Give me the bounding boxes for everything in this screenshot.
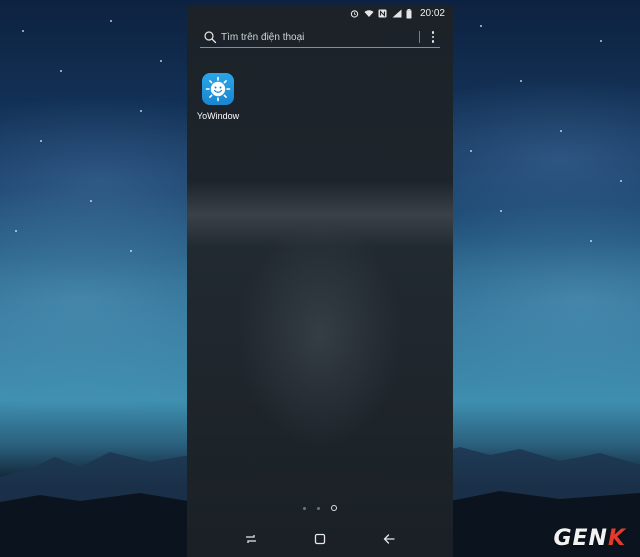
- page-indicator: [187, 505, 453, 511]
- page-dot[interactable]: [317, 506, 320, 510]
- app-yowindow[interactable]: YoWindow: [196, 73, 240, 121]
- search-input[interactable]: Tìm trên điện thoại: [221, 32, 419, 43]
- nfc-icon: [378, 9, 387, 18]
- alarm-icon: [350, 9, 359, 18]
- more-vertical-icon[interactable]: [428, 30, 438, 44]
- status-bar: 20:02: [187, 5, 453, 21]
- genk-watermark-logo: GENK: [553, 526, 626, 551]
- app-label: YoWindow: [196, 111, 240, 121]
- clock-time: 20:02: [419, 7, 445, 19]
- recent-apps-icon[interactable]: [243, 531, 259, 547]
- phone-screen: 20:02 Tìm trên điện thoại YoWindow: [187, 5, 453, 557]
- desktop-background: 20:02 Tìm trên điện thoại YoWindow GENK: [0, 0, 640, 557]
- page-dot[interactable]: [303, 506, 306, 510]
- battery-icon: [406, 8, 415, 18]
- search-divider: [419, 31, 420, 43]
- home-icon[interactable]: [312, 531, 328, 547]
- signal-icon: [392, 9, 402, 18]
- wifi-icon: [364, 9, 374, 18]
- navigation-bar: [187, 527, 453, 551]
- search-icon: [204, 31, 217, 44]
- back-icon[interactable]: [381, 531, 397, 547]
- page-dot-active[interactable]: [331, 505, 337, 511]
- search-bar[interactable]: Tìm trên điện thoại: [200, 27, 440, 48]
- yowindow-sun-icon[interactable]: [202, 73, 234, 105]
